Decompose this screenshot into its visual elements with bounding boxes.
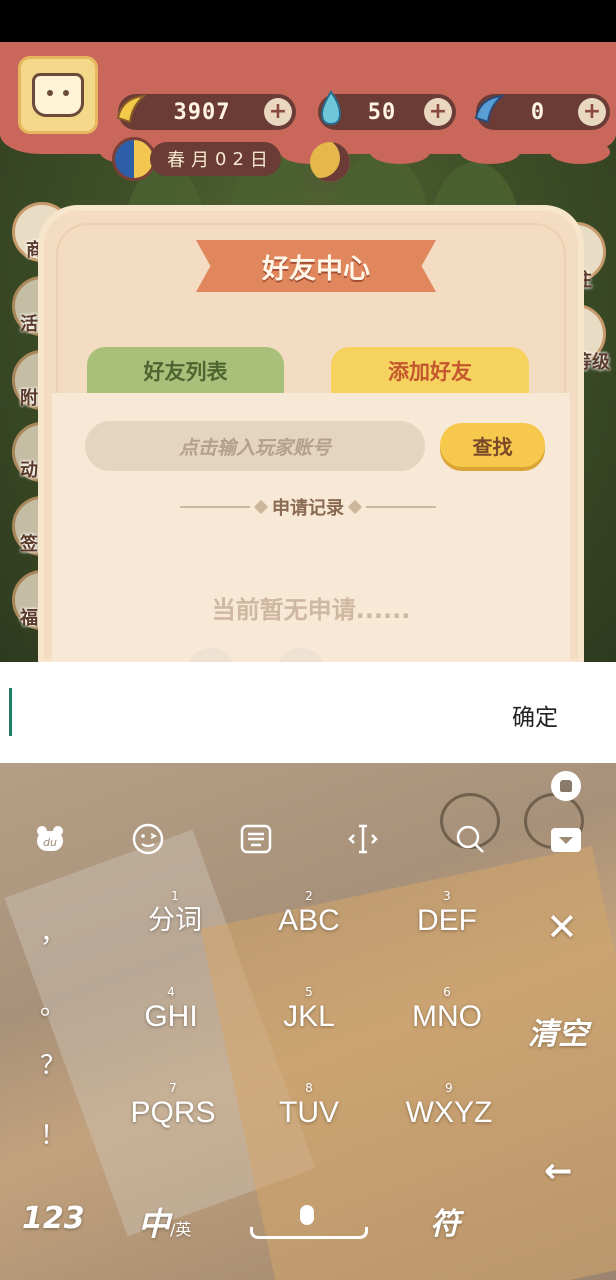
add-flame-button[interactable]: +	[424, 98, 452, 126]
hide-keyboard-icon[interactable]	[546, 819, 586, 859]
clear-key[interactable]: 清空	[528, 1009, 588, 1053]
cat-face-icon	[32, 73, 84, 117]
key-4[interactable]: 4 GHI	[116, 985, 226, 1035]
confirm-button[interactable]: 确定	[512, 698, 558, 732]
space-key[interactable]	[250, 1195, 368, 1239]
status-bar	[0, 0, 616, 42]
key-8[interactable]: 8 TUV	[254, 1081, 364, 1131]
ime-keyboard: du ， 。 ？ ！ 1 分词 2 ABC 3 DEF 4 GHI 5 JKL …	[0, 763, 616, 1280]
add-gem-button[interactable]: +	[578, 98, 606, 126]
key-3[interactable]: 3 DEF	[392, 889, 502, 939]
player-avatar[interactable]	[18, 56, 98, 134]
text-input-bar[interactable]: 确定	[0, 662, 616, 763]
period-key[interactable]: 。	[30, 985, 76, 1022]
game-date: 春 月 0 2 日	[112, 137, 281, 181]
blue-banana-icon	[474, 94, 506, 124]
banana-counter[interactable]: 3907 +	[116, 94, 296, 130]
date-char: 0	[215, 148, 227, 170]
lock-icon[interactable]	[551, 771, 581, 801]
dialog-title-ribbon: 好友中心	[196, 240, 436, 292]
blue-flame-icon	[320, 90, 342, 126]
tab-add-friend[interactable]: 添加好友	[331, 347, 529, 395]
side-label-4: 动	[20, 460, 38, 481]
comma-key[interactable]: ，	[30, 913, 76, 950]
exclamation-key[interactable]: ！	[30, 1115, 76, 1152]
key-6[interactable]: 6 MNO	[392, 985, 502, 1035]
add-banana-button[interactable]: +	[264, 98, 292, 126]
delete-key[interactable]: ✕	[546, 905, 578, 949]
gem-counter[interactable]: 0 +	[474, 94, 610, 130]
date-char: 春	[167, 150, 185, 171]
key-2[interactable]: 2 ABC	[254, 889, 364, 939]
text-cursor	[9, 688, 12, 736]
key-9[interactable]: 9 WXYZ	[392, 1081, 506, 1131]
dialog-title: 好友中心	[262, 253, 370, 285]
side-label-5: 签	[20, 534, 38, 555]
section-title: 申请记录	[272, 498, 344, 519]
date-char: 日	[249, 150, 268, 171]
number-mode-key[interactable]: 123	[22, 1201, 85, 1236]
tab-friend-list[interactable]: 好友列表	[87, 347, 284, 395]
question-key[interactable]: ？	[30, 1045, 76, 1082]
emoji-icon[interactable]	[128, 819, 168, 859]
du-logo-icon[interactable]: du	[30, 819, 70, 859]
side-label-2: 活	[20, 314, 38, 335]
key-7[interactable]: 7 PQRS	[116, 1081, 230, 1131]
key-5[interactable]: 5 JKL	[254, 985, 364, 1035]
language-switch-key[interactable]: 中/英	[138, 1199, 191, 1245]
cursor-move-icon[interactable]	[343, 819, 383, 859]
empty-state-text: 当前暂无申请......	[211, 596, 411, 624]
symbols-key[interactable]: 符	[430, 1199, 460, 1243]
moon-icon	[310, 142, 350, 182]
date-char: 2	[232, 148, 244, 170]
search-icon[interactable]	[450, 819, 490, 859]
key-1[interactable]: 1 分词	[120, 889, 230, 939]
side-label-6: 福	[20, 608, 38, 629]
application-records-header: 申请记录	[180, 492, 436, 522]
flame-counter[interactable]: 50 +	[318, 90, 456, 130]
lang-sub: /英	[170, 1220, 192, 1239]
find-button[interactable]: 查找	[440, 423, 545, 467]
side-label-3: 附	[20, 388, 38, 409]
microphone-icon	[300, 1205, 314, 1225]
lang-main: 中	[138, 1205, 171, 1243]
player-account-search-input[interactable]: 点击输入玩家账号	[85, 421, 425, 471]
svg-text:du: du	[43, 836, 57, 849]
date-char: 月	[191, 150, 209, 171]
keyboard-layout-icon[interactable]	[236, 819, 276, 859]
enter-key[interactable]: ←	[544, 1151, 573, 1191]
banana-icon	[116, 94, 148, 124]
